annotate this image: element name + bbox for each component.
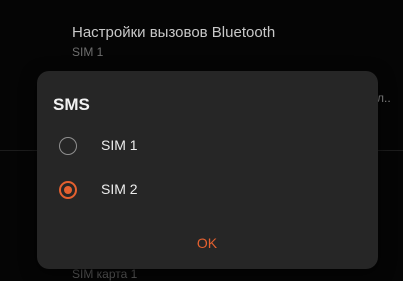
- truncated-text: л..: [377, 91, 391, 105]
- option-label: SIM 1: [101, 137, 138, 153]
- option-sim-1[interactable]: SIM 1: [37, 126, 378, 166]
- dialog-title: SMS: [53, 95, 90, 114]
- radio-dot: [64, 186, 72, 194]
- radio-unselected-icon[interactable]: [59, 137, 77, 155]
- background-list-item-partial: SIM карта 1: [72, 267, 138, 281]
- bluetooth-call-settings-subtitle: SIM 1: [72, 45, 104, 59]
- sms-sim-dialog: SMS SIM 1 SIM 2 OK: [37, 71, 378, 269]
- ok-button[interactable]: OK: [185, 231, 229, 255]
- option-label: SIM 2: [101, 181, 138, 197]
- bluetooth-call-settings-title[interactable]: Настройки вызовов Bluetooth: [72, 24, 275, 41]
- option-sim-2[interactable]: SIM 2: [37, 170, 378, 210]
- radio-selected-icon[interactable]: [59, 181, 77, 199]
